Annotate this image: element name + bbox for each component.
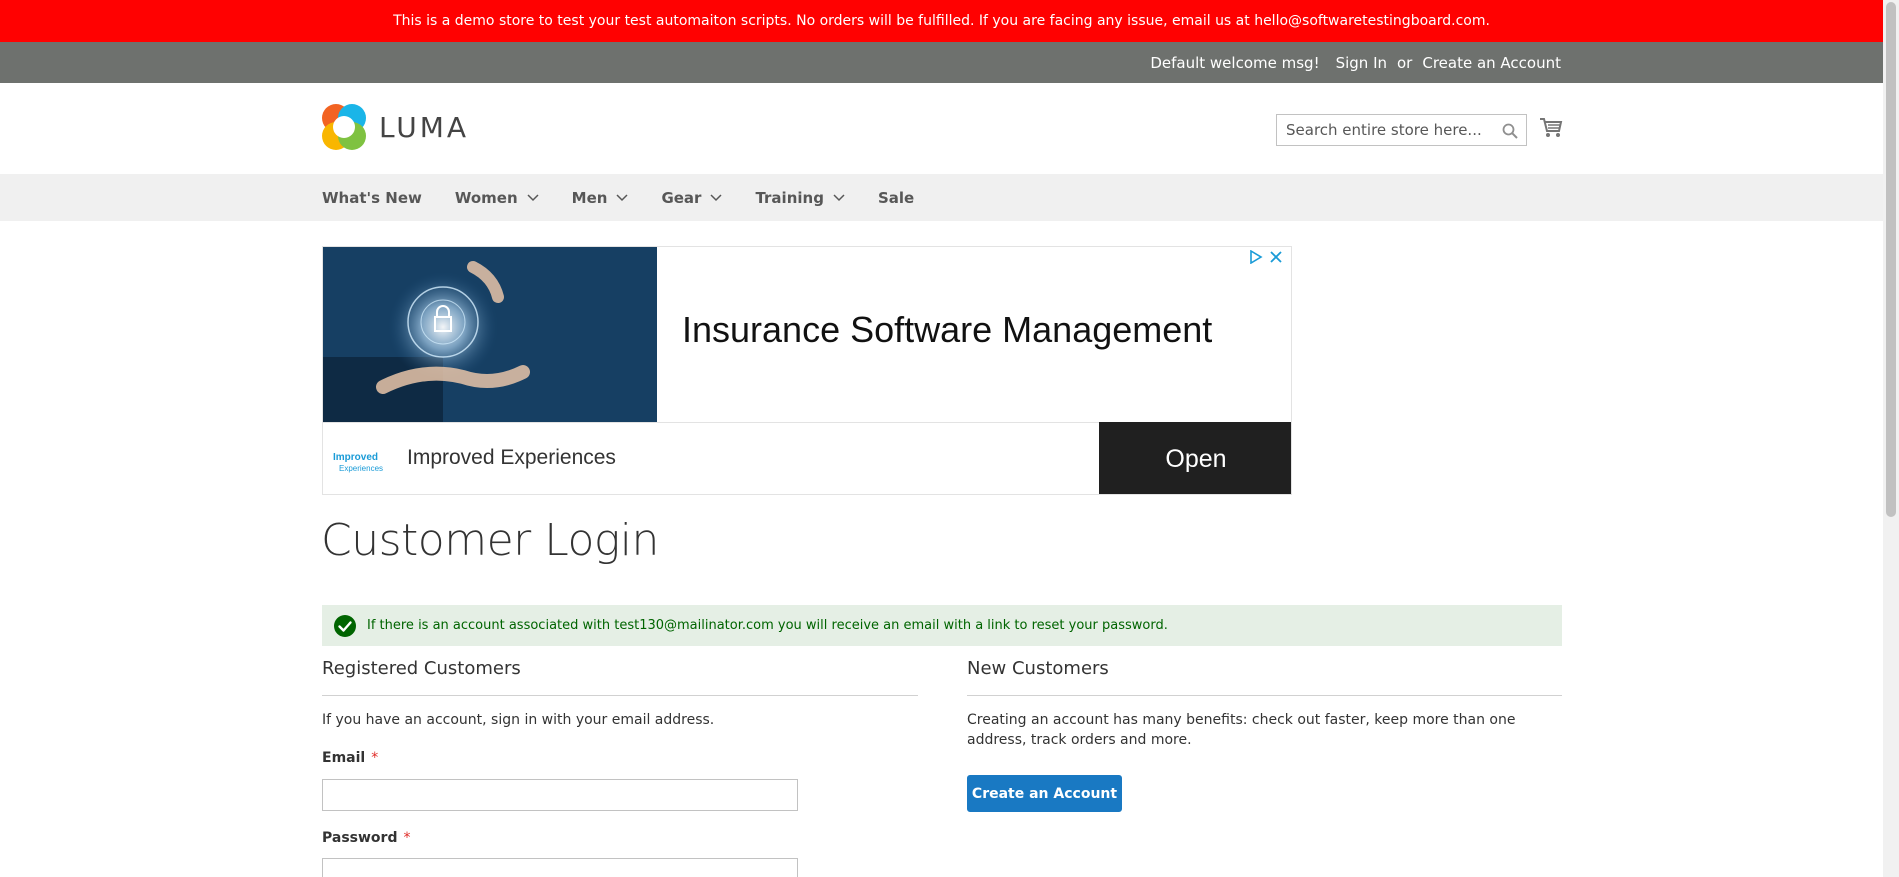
- logo-text: LUMA: [379, 110, 470, 144]
- nav-item-label: Men: [571, 188, 608, 207]
- password-label-text: Password: [322, 830, 398, 846]
- page-scrollbar[interactable]: [1883, 0, 1899, 877]
- create-account-button-label: Create an Account: [971, 785, 1118, 802]
- password-label: Password *: [322, 830, 410, 846]
- page-title: Customer Login: [321, 515, 659, 566]
- demo-notice-text: This is a demo store to test your test a…: [393, 13, 1490, 29]
- email-field[interactable]: [323, 780, 797, 810]
- check-circle-icon: [334, 614, 356, 637]
- svg-text:Improved: Improved: [333, 452, 378, 463]
- main-navigation: What's New Women Men Gear Training Sale: [0, 174, 1883, 221]
- nav-item-label: Gear: [661, 188, 702, 207]
- registered-intro: If you have an account, sign in with you…: [322, 712, 715, 728]
- nav-item-label: Training: [755, 188, 824, 207]
- password-field-wrapper: [322, 858, 798, 877]
- email-label: Email *: [322, 750, 378, 766]
- registered-customers-title: Registered Customers: [322, 658, 521, 679]
- search-input[interactable]: [1277, 115, 1526, 145]
- ad-headline[interactable]: Insurance Software Management: [682, 309, 1212, 351]
- chevron-down-icon: [710, 193, 722, 201]
- demo-store-notice: This is a demo store to test your test a…: [0, 0, 1883, 42]
- ad-brand-bar[interactable]: Improved Experiences Improved Experience…: [323, 422, 1099, 494]
- search-box: [1276, 114, 1527, 146]
- logo-link[interactable]: LUMA: [322, 104, 469, 150]
- nav-item-label: What's New: [322, 188, 422, 207]
- welcome-message: Default welcome msg!: [1150, 53, 1320, 72]
- success-message: If there is an account associated with t…: [322, 605, 1562, 646]
- chevron-down-icon: [616, 193, 628, 201]
- nav-item-label: Sale: [877, 188, 915, 207]
- create-account-link[interactable]: Create an Account: [1422, 54, 1561, 72]
- ad-hands-globe-illustration: [323, 247, 657, 422]
- nav-item-men[interactable]: Men: [572, 189, 629, 207]
- search-icon[interactable]: [1502, 123, 1518, 139]
- ad-brand-logo: Improved Experiences: [333, 452, 383, 473]
- cart-icon[interactable]: [1539, 117, 1563, 139]
- chevron-down-icon: [527, 193, 539, 201]
- success-message-text: If there is an account associated with t…: [367, 618, 1168, 633]
- nav-item-sale[interactable]: Sale: [878, 189, 914, 207]
- ad-open-label: Open: [1165, 444, 1227, 473]
- ad-brand-name: Improved Experiences: [407, 446, 616, 469]
- new-customers-title: New Customers: [967, 658, 1109, 679]
- required-mark: *: [371, 750, 379, 766]
- or-separator: or: [1397, 53, 1413, 72]
- password-field[interactable]: [323, 859, 797, 877]
- ad-open-button[interactable]: Open: [1099, 422, 1291, 494]
- nav-item-label: Women: [454, 188, 518, 207]
- sign-in-link[interactable]: Sign In: [1336, 54, 1387, 72]
- nav-item-training[interactable]: Training: [755, 188, 845, 207]
- create-account-button[interactable]: Create an Account: [967, 775, 1122, 812]
- header-panel: Default welcome msg! Sign In or Create a…: [0, 42, 1883, 83]
- svg-text:Experiences: Experiences: [339, 464, 383, 473]
- header-links: Default welcome msg! Sign In or Create a…: [1150, 42, 1561, 83]
- new-customers-divider: [967, 695, 1562, 696]
- registered-divider: [322, 695, 918, 696]
- email-label-text: Email: [322, 750, 366, 766]
- email-field-wrapper: [322, 779, 798, 811]
- nav-item-whats-new[interactable]: What's New: [322, 189, 422, 207]
- luma-logo-icon: [322, 104, 366, 150]
- chevron-down-icon: [833, 193, 845, 201]
- advertisement[interactable]: Insurance Software Management Improved E…: [322, 246, 1292, 495]
- adchoices-icon[interactable]: [1249, 250, 1263, 264]
- new-customers-text: Creating an account has many benefits: c…: [967, 712, 1516, 748]
- nav-item-women[interactable]: Women: [455, 189, 539, 207]
- scrollbar-thumb[interactable]: [1886, 2, 1896, 517]
- required-mark: *: [403, 830, 411, 846]
- close-icon[interactable]: [1269, 250, 1283, 264]
- ad-image[interactable]: [323, 247, 657, 422]
- nav-item-gear[interactable]: Gear: [661, 189, 722, 207]
